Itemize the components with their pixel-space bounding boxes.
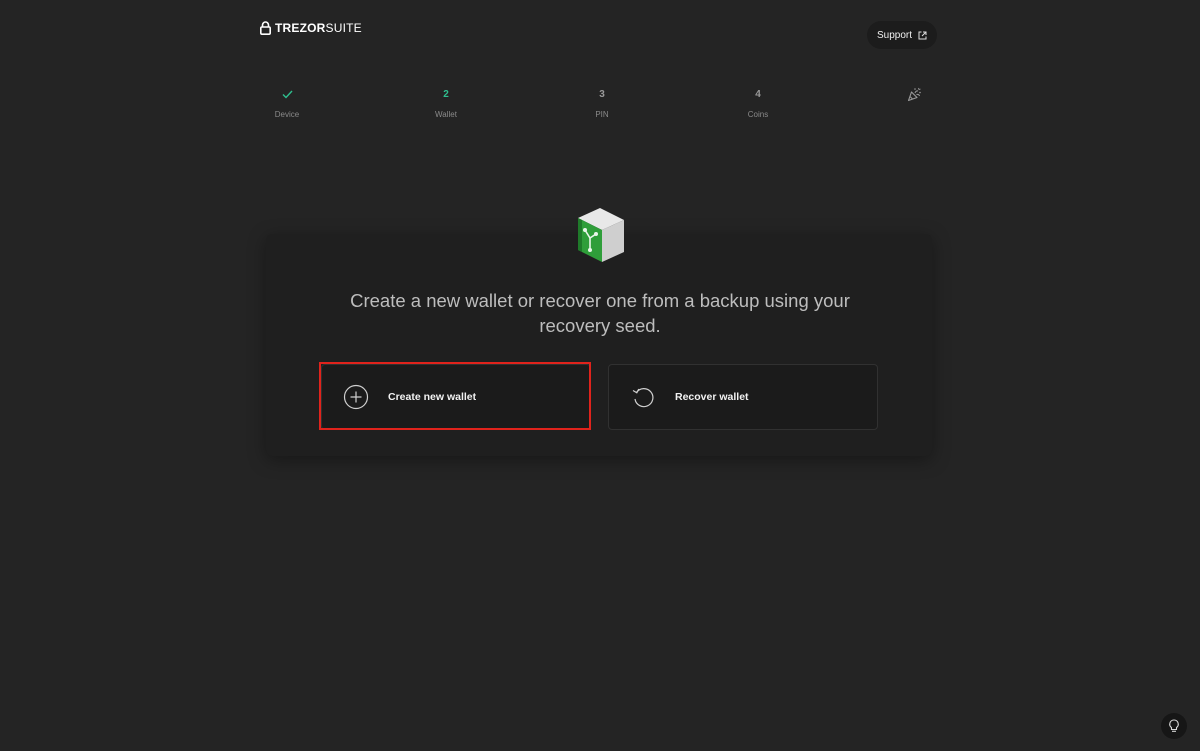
recover-wallet-button[interactable]: Recover wallet	[608, 364, 878, 430]
recover-arrow-icon	[630, 384, 656, 410]
party-popper-icon	[907, 87, 921, 101]
trezor-suite-logo: TREZORSUITE	[260, 21, 362, 35]
checkmark-icon	[282, 90, 293, 99]
step-pin: 3 PIN	[572, 86, 632, 120]
step-number: 3	[599, 88, 605, 100]
step-number: 2	[443, 88, 449, 100]
step-done-marker	[257, 86, 317, 102]
external-link-icon	[918, 31, 927, 39]
card-title: Create a new wallet or recover one from …	[350, 290, 850, 336]
plus-circle-icon	[343, 384, 369, 410]
lightbulb-icon	[1169, 719, 1179, 732]
step-label: Wallet	[435, 110, 457, 119]
support-button[interactable]: Support	[867, 21, 938, 49]
step-wallet: 2 Wallet	[416, 86, 476, 120]
step-label: Device	[274, 110, 300, 119]
step-final	[884, 86, 944, 110]
step-label: Coins	[747, 110, 769, 119]
step-final-marker	[884, 86, 944, 102]
step-number: 4	[755, 88, 761, 100]
step-label: PIN	[595, 110, 609, 119]
step-coins: 4 Coins	[728, 86, 788, 120]
support-label: Support	[877, 29, 913, 41]
recover-wallet-label: Recover wallet	[675, 391, 749, 403]
create-new-wallet-button[interactable]: Create new wallet	[321, 364, 591, 430]
logo-text: TREZORSUITE	[275, 21, 362, 35]
lock-icon	[260, 21, 271, 35]
trezor-device-icon	[578, 208, 624, 262]
tips-button[interactable]	[1161, 713, 1187, 739]
create-new-wallet-label: Create new wallet	[388, 391, 477, 403]
onboarding-page: TREZORSUITE Support Device 2 Wallet 3 PI…	[0, 0, 1200, 751]
step-device: Device	[257, 86, 317, 119]
